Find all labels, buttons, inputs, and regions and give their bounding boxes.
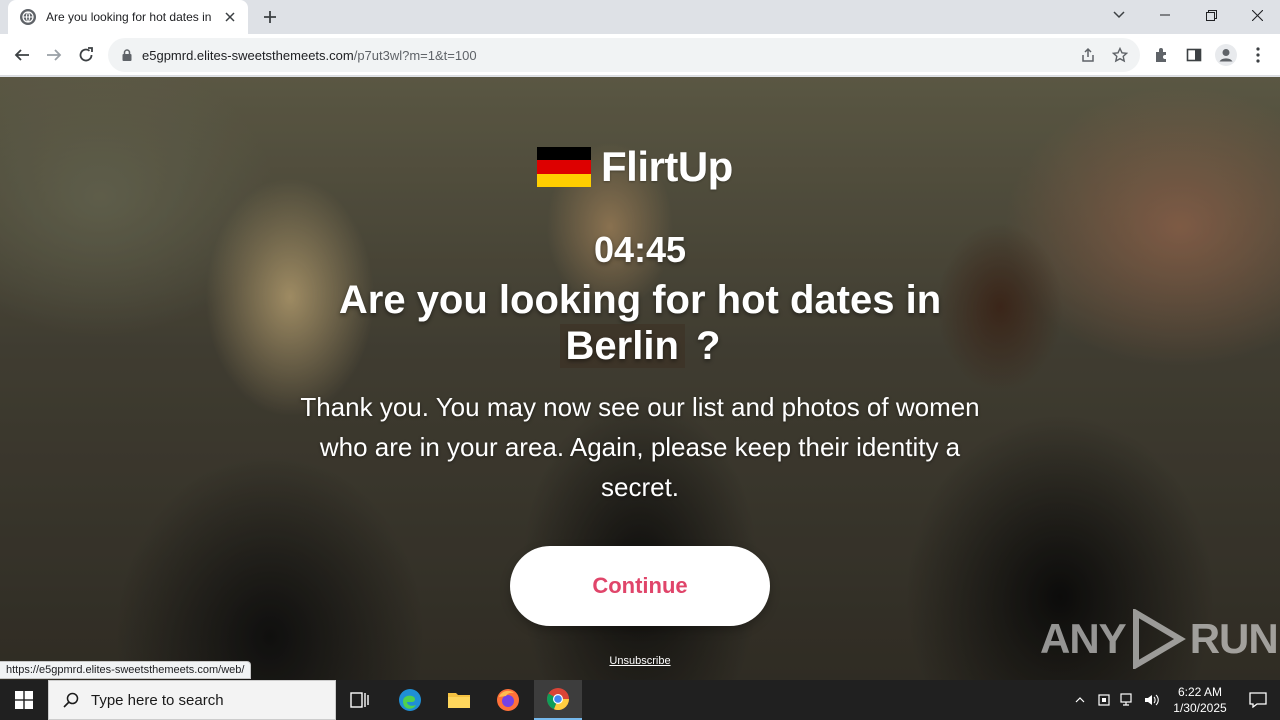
address-bar[interactable]: e5gpmrd.elites-sweetsthemeets.com/p7ut3w… (108, 38, 1140, 72)
taskbar-search-placeholder: Type here to search (91, 691, 224, 709)
firefox-taskbar-icon[interactable] (484, 680, 532, 720)
kebab-menu-icon (1256, 47, 1260, 63)
chevron-down-icon (1113, 11, 1125, 19)
headline-city: Berlin (559, 324, 685, 368)
notification-button[interactable] (1236, 680, 1280, 720)
watermark-left: ANY (1040, 615, 1127, 662)
forward-button[interactable] (38, 39, 70, 71)
volume-icon[interactable] (1140, 680, 1164, 720)
page-viewport: FlirtUp 04:45 Are you looking for hot da… (0, 77, 1280, 680)
window-controls (1142, 0, 1280, 34)
taskbar-search[interactable]: Type here to search (48, 680, 336, 720)
headline: Are you looking for hot dates in Berlin … (240, 277, 1040, 369)
search-icon (63, 692, 79, 708)
countdown-timer: 04:45 (593, 229, 687, 270)
headline-prefix: Are you looking for hot dates in (338, 278, 942, 322)
clock-date: 1/30/2025 (1173, 701, 1227, 715)
url-text: e5gpmrd.elites-sweetsthemeets.com/p7ut3w… (142, 48, 477, 63)
arrow-left-icon (14, 49, 29, 61)
clock-time: 6:22 AM (1177, 685, 1223, 699)
avatar-icon (1215, 44, 1237, 66)
bookmark-button[interactable] (1108, 44, 1132, 66)
anyrun-watermark: ANY RUN (1040, 609, 1279, 669)
minimize-button[interactable] (1142, 0, 1188, 30)
headline-suffix: ? (696, 324, 721, 368)
back-button[interactable] (6, 39, 38, 71)
plus-icon (264, 11, 276, 23)
tab-search-button[interactable] (1105, 4, 1133, 26)
play-logo-icon (1132, 609, 1186, 669)
brand-name: FlirtUp (601, 143, 733, 190)
arrow-right-icon (47, 49, 62, 61)
watermark-right: RUN (1189, 615, 1279, 662)
tab-strip: Are you looking for hot dates in (0, 0, 1280, 34)
globe-icon (20, 9, 36, 25)
reload-button[interactable] (70, 39, 102, 71)
close-window-button[interactable] (1234, 0, 1280, 30)
task-view-icon (350, 692, 369, 708)
restore-button[interactable] (1188, 0, 1234, 30)
continue-button[interactable]: Continue (510, 546, 770, 626)
tab-close-icon[interactable] (222, 9, 238, 25)
star-icon (1112, 47, 1128, 63)
taskbar: Type here to search 6:22 AM 1/30/2025 (0, 680, 1280, 720)
brand-logo: FlirtUp (537, 143, 733, 191)
windows-logo-icon (15, 691, 33, 709)
url-host: e5gpmrd.elites-sweetsthemeets.com (142, 47, 354, 63)
system-tray: 6:22 AM 1/30/2025 (1068, 680, 1280, 720)
notification-icon (1249, 692, 1267, 708)
network-icon[interactable] (1116, 680, 1140, 720)
new-tab-button[interactable] (258, 6, 282, 28)
side-panel-icon (1186, 48, 1202, 62)
share-icon (1082, 47, 1094, 62)
status-bar-url: https://e5gpmrd.elites-sweetsthemeets.co… (0, 661, 252, 679)
puzzle-icon (1156, 48, 1166, 62)
clock[interactable]: 6:22 AM 1/30/2025 (1164, 684, 1236, 716)
start-button[interactable] (0, 680, 48, 720)
chrome-taskbar-icon[interactable] (534, 680, 582, 720)
menu-button[interactable] (1242, 39, 1274, 71)
url-path: /p7ut3wl?m=1&t=100 (353, 47, 477, 63)
browser-toolbar: e5gpmrd.elites-sweetsthemeets.com/p7ut3w… (0, 34, 1280, 76)
tab-title: Are you looking for hot dates in (46, 10, 212, 24)
file-explorer-taskbar-icon[interactable] (435, 680, 483, 720)
reload-icon (79, 47, 93, 62)
profile-button[interactable] (1210, 39, 1242, 71)
lock-icon (122, 49, 132, 61)
side-panel-button[interactable] (1178, 39, 1210, 71)
message-text: Thank you. You may now see our list and … (300, 392, 980, 502)
chevron-up-icon[interactable] (1068, 680, 1092, 720)
edge-taskbar-icon[interactable] (386, 680, 434, 720)
germany-flag-icon (537, 147, 591, 187)
device-icon[interactable] (1092, 680, 1116, 720)
extensions-button[interactable] (1146, 39, 1178, 71)
share-button[interactable] (1076, 44, 1100, 66)
task-view-button[interactable] (336, 680, 384, 720)
browser-tab[interactable]: Are you looking for hot dates in (8, 0, 248, 34)
